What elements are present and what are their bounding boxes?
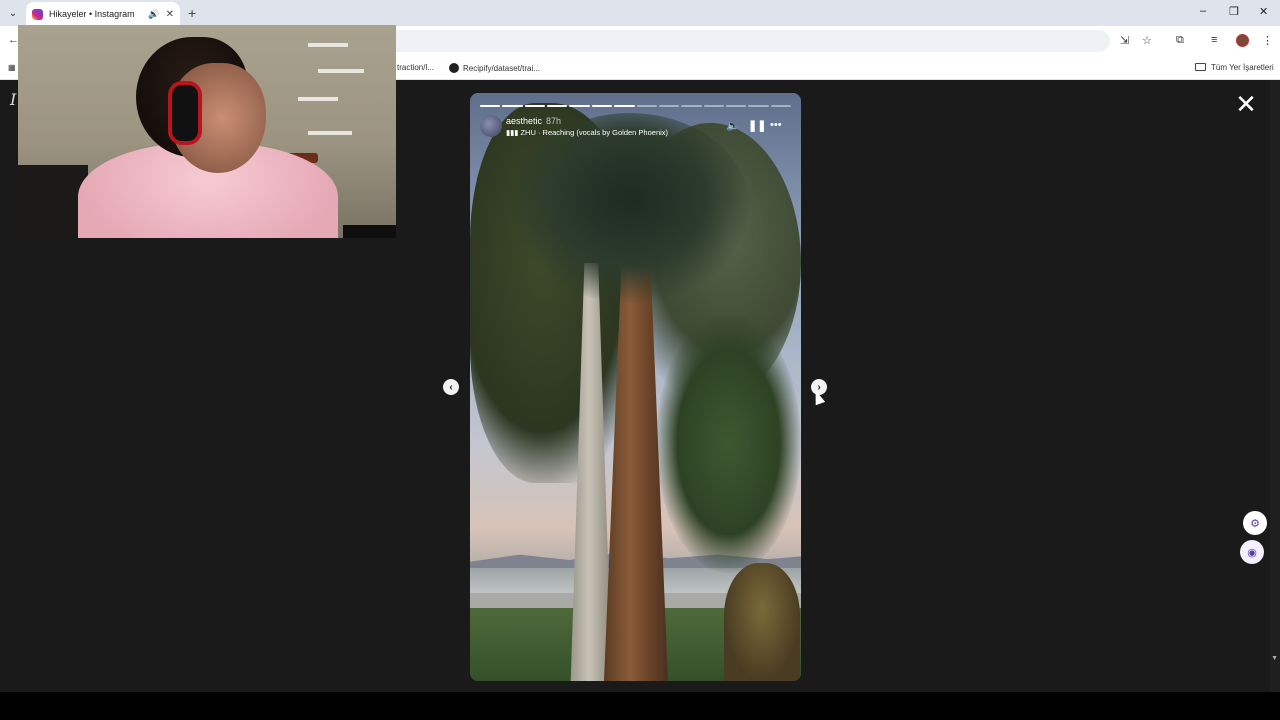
speaker-icon[interactable]: 🔊: [148, 9, 159, 20]
tab-strip: ⌄ Hikayeler • Instagram 🔊 ✕ + – ❐ ✕: [0, 0, 1280, 26]
headset-icon: [168, 81, 202, 145]
story-progress-segment: [502, 105, 523, 107]
music-label: ZHU · Reaching (vocals by Golden Phoenix…: [520, 128, 669, 137]
tab-search-icon[interactable]: ⌄: [4, 4, 22, 22]
bookmark-2[interactable]: Recipify/dataset/trai...: [449, 63, 540, 73]
wall-shelf: [298, 97, 338, 101]
profile-avatar[interactable]: [1236, 34, 1249, 47]
menu-kebab-icon[interactable]: ⋮: [1262, 34, 1273, 47]
all-bookmarks-label: Tüm Yer İşaretleri: [1211, 63, 1274, 72]
story-username[interactable]: aesthetic 87h: [506, 116, 561, 126]
story-avatar[interactable]: [480, 115, 502, 137]
assistant-bot-icon[interactable]: ◉: [1240, 540, 1264, 564]
restore-button[interactable]: ❐: [1229, 5, 1239, 18]
story-image-palm-small: [656, 313, 801, 573]
story-progress-segment: [681, 105, 702, 107]
extension-shortcut-icon[interactable]: ⚙: [1243, 511, 1267, 535]
story-progress-segment: [658, 105, 680, 107]
webcam-background-right: [343, 225, 396, 238]
instagram-logo[interactable]: I: [10, 90, 16, 109]
mute-icon[interactable]: 🔈: [726, 119, 740, 132]
story-progress-bar: [480, 105, 792, 107]
story-progress-segment: [748, 105, 769, 107]
story-image-palm-crown: [510, 113, 750, 303]
story-image-palm-small-trunk: [724, 563, 800, 681]
previous-story-button[interactable]: ‹: [443, 379, 459, 395]
apps-grid-icon[interactable]: ▦: [8, 63, 16, 72]
username-text: aesthetic: [506, 116, 543, 126]
taskbar: [0, 692, 1280, 720]
story-music[interactable]: ▮▮▮ ZHU · Reaching (vocals by Golden Pho…: [506, 128, 668, 137]
story-progress-segment: [480, 105, 501, 107]
minimize-button[interactable]: –: [1200, 5, 1206, 17]
webcam-overlay: [18, 25, 396, 238]
all-bookmarks[interactable]: Tüm Yer İşaretleri: [1195, 63, 1274, 72]
wall-shelf: [318, 69, 364, 73]
folder-icon: [1195, 63, 1206, 71]
media-control-icon[interactable]: ≡: [1211, 34, 1217, 46]
story-media[interactable]: aesthetic 87h ▮▮▮ ZHU · Reaching (vocals …: [470, 93, 801, 681]
story-header: aesthetic 87h ▮▮▮ ZHU · Reaching (vocals …: [480, 115, 791, 137]
bookmark-1[interactable]: traction/l...: [397, 63, 434, 72]
close-story-button[interactable]: ✕: [1234, 91, 1258, 117]
story-progress-segment: [725, 105, 747, 107]
story-progress-segment: [547, 105, 568, 107]
story-progress-segment: [636, 105, 657, 107]
wall-shelf: [308, 131, 352, 135]
scrollbar[interactable]: ▼: [1270, 80, 1280, 692]
more-options-icon[interactable]: •••: [770, 119, 782, 131]
tab-close-icon[interactable]: ✕: [166, 9, 174, 20]
instagram-favicon-icon: [32, 8, 43, 20]
story-time: 87h: [546, 116, 562, 126]
scroll-down-icon[interactable]: ▼: [1271, 655, 1278, 662]
tab-title: Hikayeler • Instagram: [49, 9, 135, 19]
story-progress-segment: [770, 105, 792, 107]
wall-shelf: [308, 43, 348, 47]
story-progress-segment: [614, 105, 635, 107]
story-progress-segment: [569, 105, 590, 107]
bookmark-2-label: Recipify/dataset/trai...: [463, 64, 540, 73]
tab-instagram-stories[interactable]: Hikayeler • Instagram 🔊 ✕: [26, 2, 180, 26]
music-bars-icon: ▮▮▮: [506, 128, 521, 137]
extensions-icon[interactable]: ⧉: [1176, 34, 1184, 47]
github-icon: [449, 63, 459, 73]
new-tab-button[interactable]: +: [188, 5, 196, 21]
pause-icon[interactable]: ❚❚: [748, 119, 766, 132]
story-progress-segment: [703, 105, 724, 107]
window-close-button[interactable]: ✕: [1259, 5, 1268, 18]
story-progress-segment: [591, 105, 613, 107]
story-progress-segment: [524, 105, 546, 107]
install-app-icon[interactable]: ⇲: [1120, 34, 1129, 47]
star-icon[interactable]: ☆: [1142, 34, 1152, 47]
